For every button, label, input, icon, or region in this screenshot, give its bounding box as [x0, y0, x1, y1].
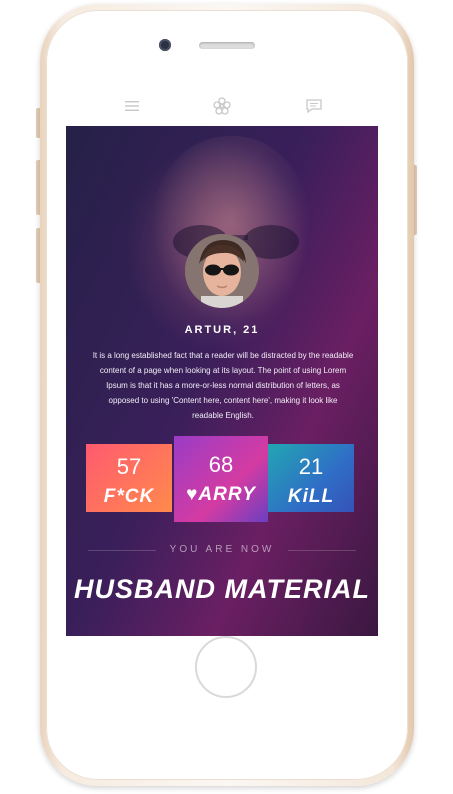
marry-score-value: 68	[208, 452, 234, 477]
front-camera	[159, 39, 171, 51]
fck-score-label: F*CK	[103, 486, 155, 507]
profile-name: ARTUR, 21	[184, 324, 260, 336]
avatar-portrait-graphic	[185, 234, 259, 308]
hamburger-menu-icon[interactable]	[122, 96, 142, 116]
earpiece-speaker	[199, 42, 255, 49]
chat-bubble-icon[interactable]	[304, 96, 324, 116]
right-divider	[288, 550, 356, 551]
home-button[interactable]	[195, 636, 257, 698]
profile-bio: It is a long established fact that a rea…	[92, 351, 354, 420]
flower-logo-icon[interactable]	[212, 96, 232, 116]
kill-score-value: 21	[298, 454, 324, 479]
profile-content: ARTUR, 21 It is a long established fact …	[66, 126, 378, 636]
kill-score-label: KiLL	[287, 486, 335, 507]
app-screen: ARTUR, 21 It is a long established fact …	[66, 86, 378, 636]
kill-score-card[interactable]: 21 KiLL	[268, 444, 354, 512]
result-headline: HUSBAND MATERIAL	[74, 574, 370, 604]
marry-score-label: ♥ARRY	[186, 484, 256, 505]
fck-score-value: 57	[116, 454, 142, 479]
avatar[interactable]	[185, 234, 259, 308]
marry-score-card[interactable]: 68 ♥ARRY	[174, 436, 268, 522]
top-navigation-bar	[66, 86, 378, 127]
fck-score-card[interactable]: 57 F*CK	[86, 444, 172, 512]
